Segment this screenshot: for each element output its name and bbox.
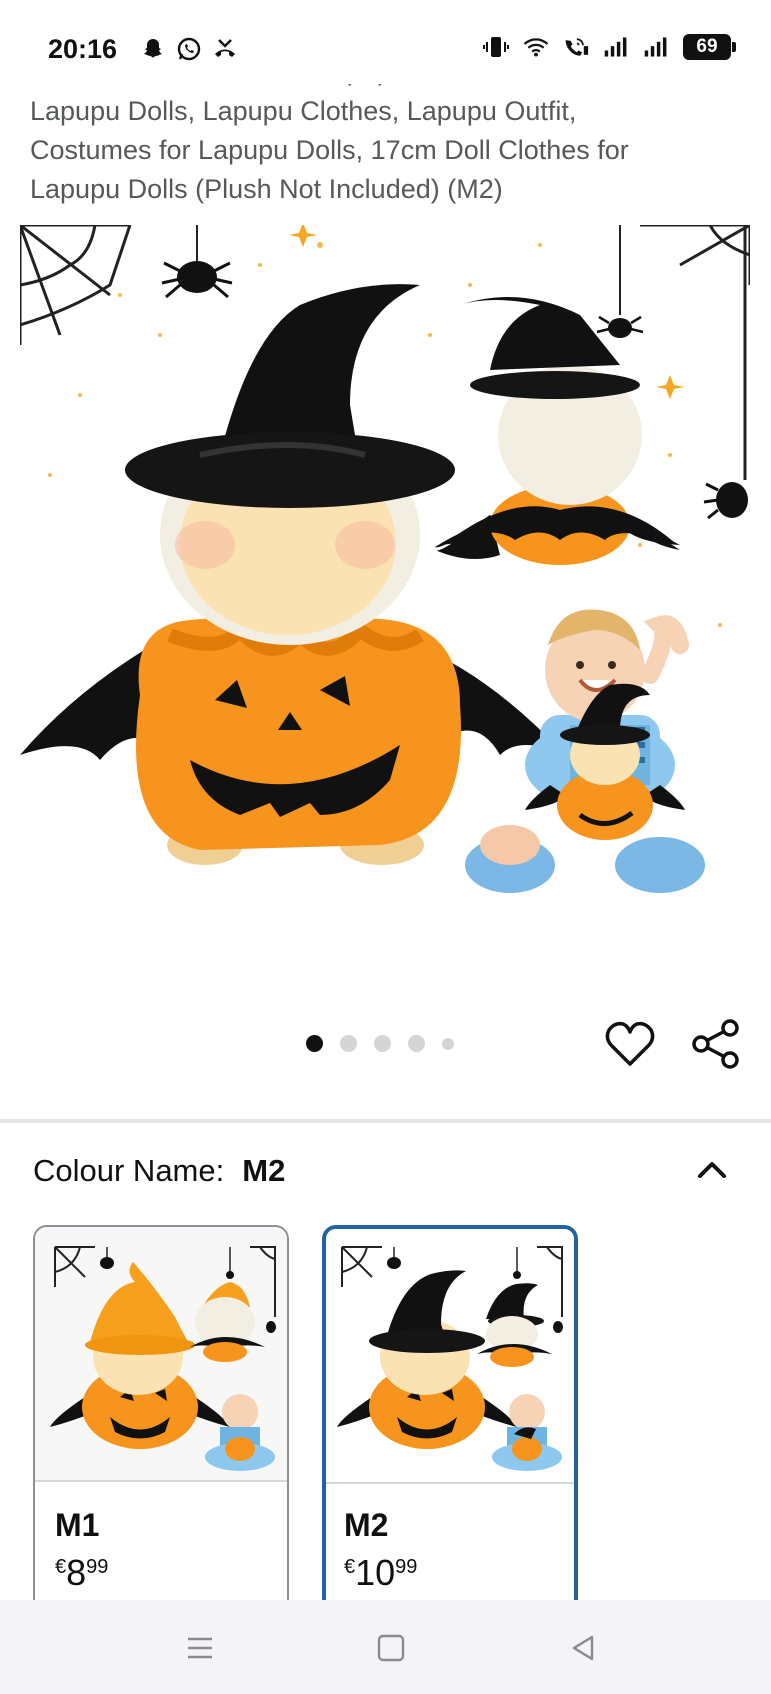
heart-icon xyxy=(605,1021,655,1066)
carousel-dot[interactable] xyxy=(374,1035,391,1052)
spider-icon xyxy=(161,225,233,299)
menu-icon xyxy=(188,1637,212,1659)
carousel-dot[interactable] xyxy=(442,1037,454,1050)
chevron-up-icon xyxy=(698,1162,726,1178)
status-bar: 20:16 69 xyxy=(0,0,771,84)
signal-2-icon xyxy=(643,34,669,60)
wishlist-heart-button[interactable] xyxy=(605,1020,655,1070)
variant-card-m1[interactable]: M1 €899 xyxy=(33,1225,289,1645)
wifi-call-icon xyxy=(563,34,589,60)
snapchat-icon xyxy=(140,36,166,62)
status-time: 20:16 xyxy=(48,34,118,64)
spider-icon xyxy=(596,225,644,338)
colour-label: Colour Name: xyxy=(33,1153,225,1188)
back-triangle-icon xyxy=(572,1635,594,1661)
battery-indicator: 69 xyxy=(683,34,736,60)
colour-name-row: Colour Name: M2 xyxy=(33,1153,285,1189)
spider-web-right xyxy=(640,225,750,480)
back-button[interactable] xyxy=(563,1628,603,1668)
spider-web-left xyxy=(20,225,132,345)
spider-icon xyxy=(703,482,748,520)
variant-name: M1 xyxy=(55,1507,100,1543)
colour-value: M2 xyxy=(242,1153,286,1188)
whatsapp-icon xyxy=(176,36,202,62)
title-line-3: Lapupu Dolls (Plush Not Included) (M2) xyxy=(30,174,503,204)
hat xyxy=(90,1262,190,1345)
carousel-indicator xyxy=(306,1035,454,1052)
home-square-icon xyxy=(377,1634,405,1662)
variant-name: M2 xyxy=(344,1507,389,1543)
status-right-icons: 69 xyxy=(483,34,736,60)
carousel-dot[interactable] xyxy=(306,1035,323,1052)
signal-1-icon xyxy=(603,34,629,60)
back-view-doll xyxy=(435,297,680,565)
title-line-2: Costumes for Lapupu Dolls, 17cm Doll Clo… xyxy=(30,135,629,165)
variant-thumbnail xyxy=(326,1229,574,1484)
recent-apps-button[interactable] xyxy=(180,1628,220,1668)
variant-card-m2[interactable]: M2 €1099 xyxy=(322,1225,578,1645)
home-button[interactable] xyxy=(371,1628,411,1668)
product-main-image[interactable] xyxy=(20,225,750,955)
variant-thumbnail xyxy=(35,1227,287,1482)
share-button[interactable] xyxy=(690,1018,742,1070)
share-icon xyxy=(692,1019,739,1069)
product-title: 17cm Plush Clothes for Lapupu, Accessori… xyxy=(30,68,750,209)
status-left-icons xyxy=(140,36,238,62)
carousel-dot[interactable] xyxy=(340,1035,357,1052)
witch-hat xyxy=(125,284,455,508)
title-line-1: Lapupu Dolls, Lapupu Clothes, Lapupu Out… xyxy=(30,96,577,126)
missed-call-icon xyxy=(212,36,238,62)
collapse-variants-button[interactable] xyxy=(690,1148,734,1192)
vibrate-icon xyxy=(483,34,509,60)
wifi-icon xyxy=(523,34,549,60)
variant-price: €899 xyxy=(55,1552,109,1593)
variant-price: €1099 xyxy=(344,1552,418,1593)
section-divider xyxy=(0,1119,771,1123)
pumpkin-body xyxy=(136,615,461,850)
carousel-dot[interactable] xyxy=(408,1035,425,1052)
